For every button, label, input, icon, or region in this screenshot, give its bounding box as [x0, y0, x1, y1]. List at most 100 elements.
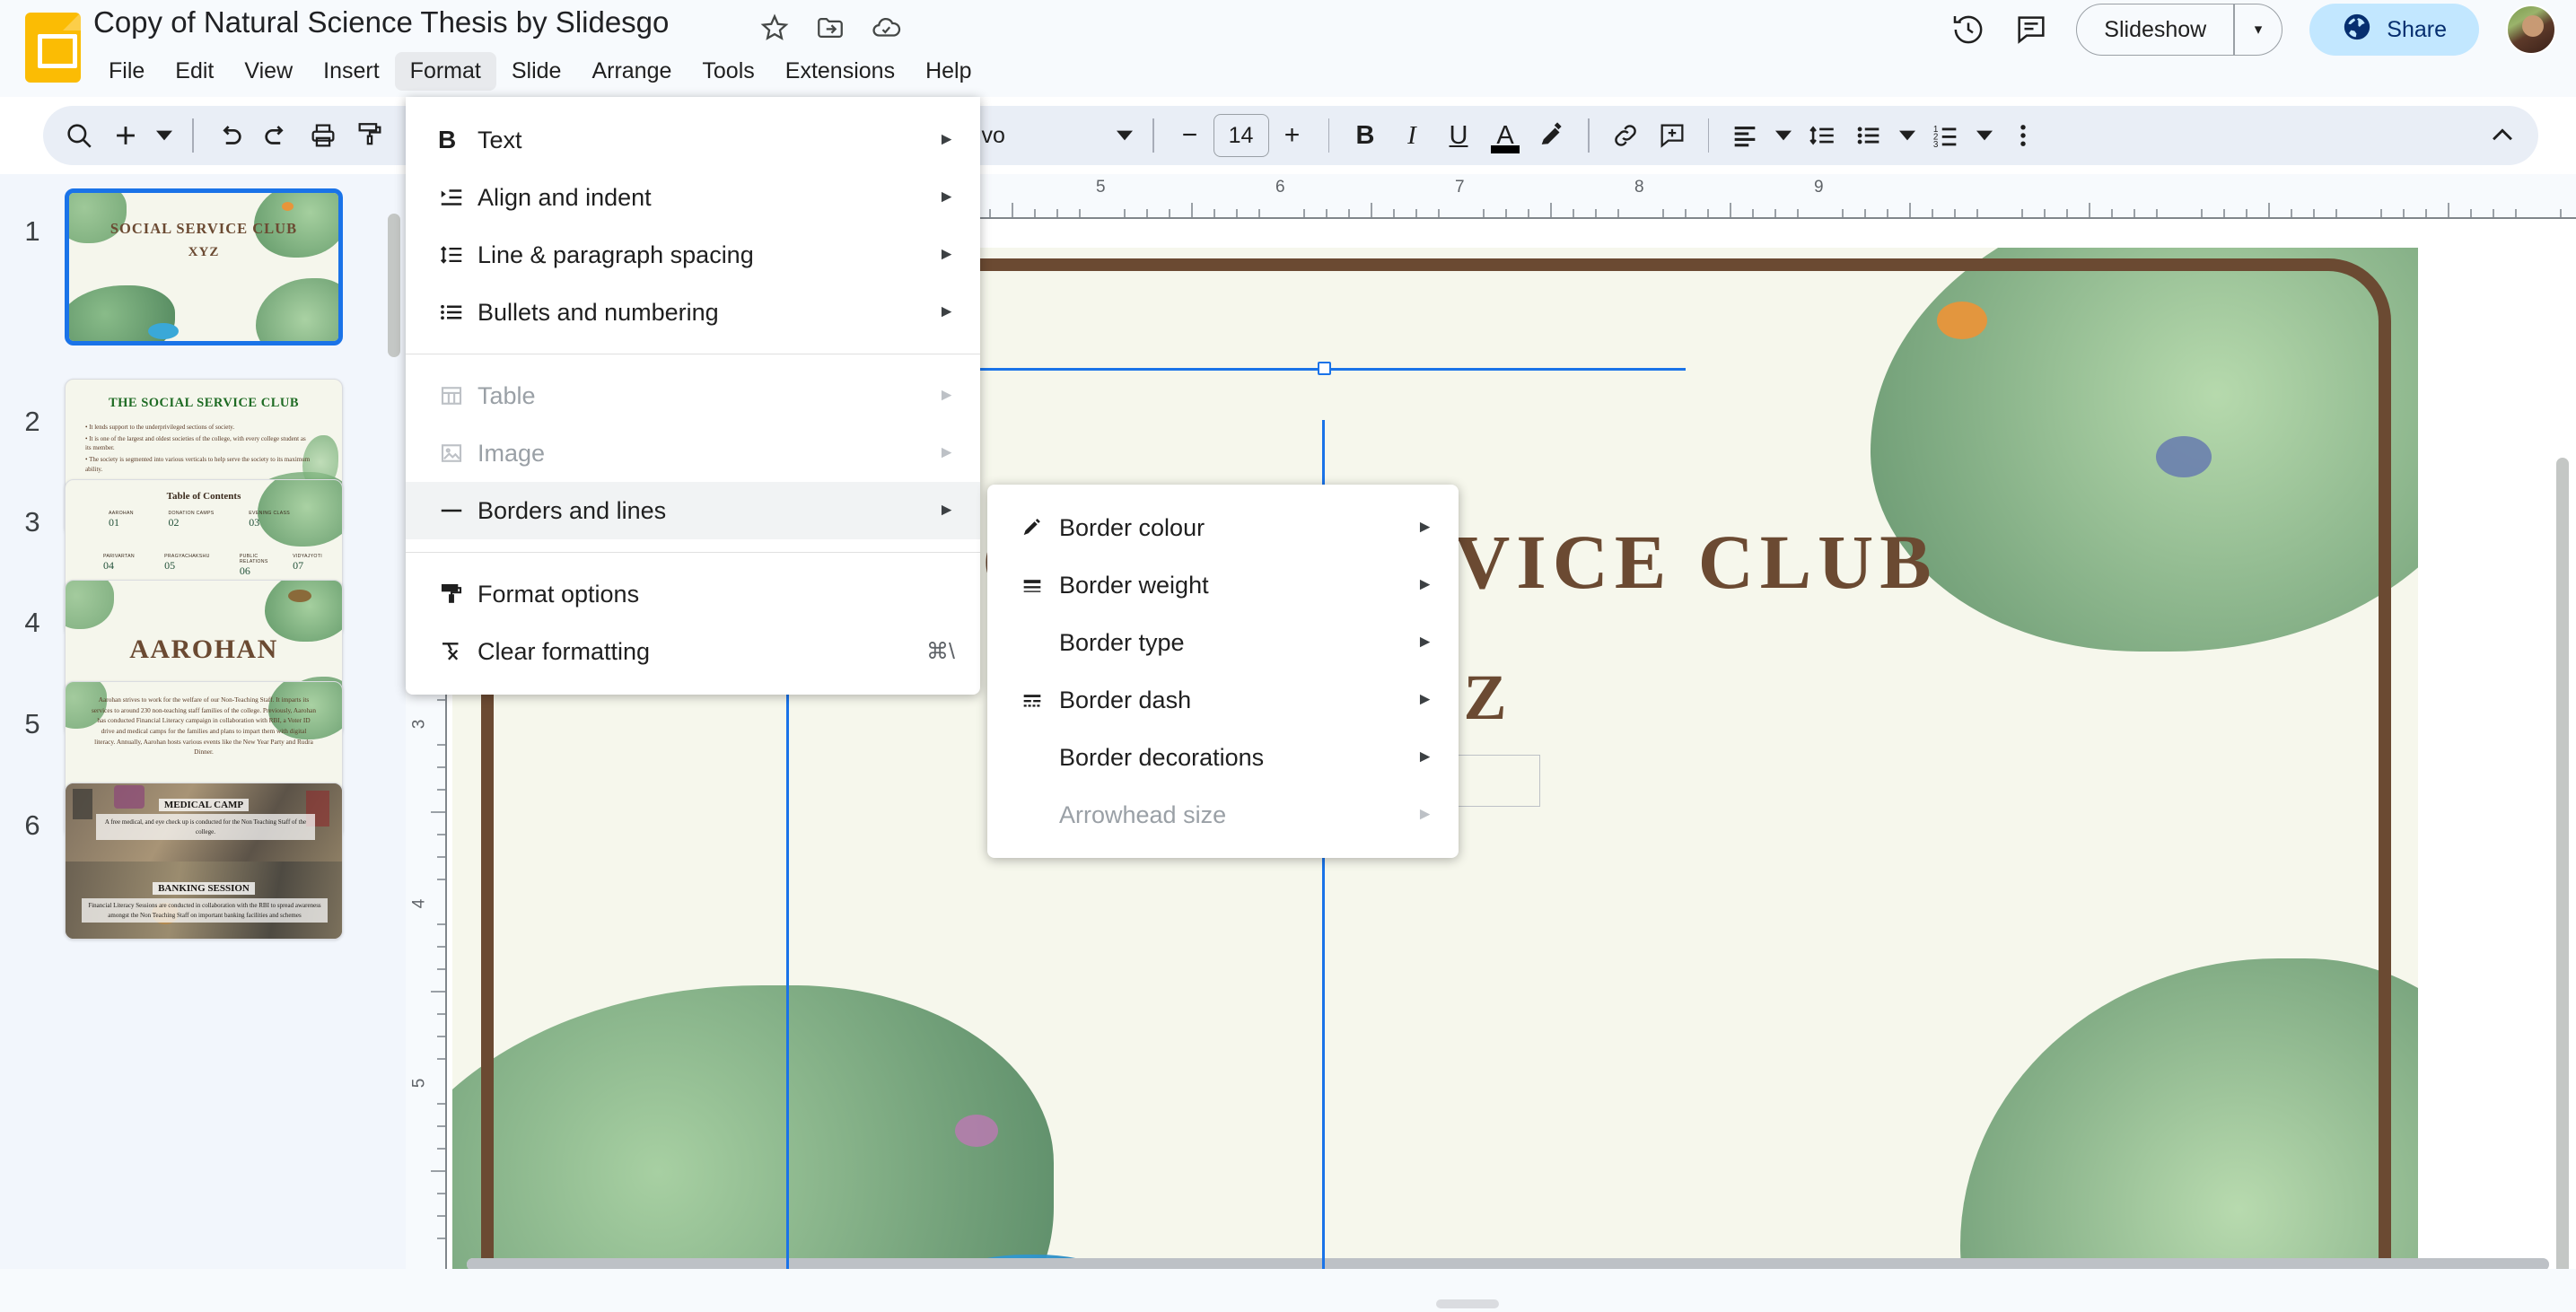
format-menu-dropdown[interactable]: B Text ► Align and indent ► Line & parag…: [406, 97, 980, 695]
new-slide-dropdown-icon[interactable]: [149, 112, 180, 159]
undo-button[interactable]: [206, 112, 253, 159]
menu-edit[interactable]: Edit: [160, 52, 229, 91]
menu-view[interactable]: View: [229, 52, 308, 91]
comment-icon[interactable]: [2013, 12, 2049, 48]
italic-button[interactable]: I: [1389, 112, 1435, 159]
share-button[interactable]: Share: [2309, 4, 2479, 56]
ruler-tick: [1662, 209, 1664, 217]
redo-button[interactable]: [253, 112, 300, 159]
submenu-item-border-weight[interactable]: Border weight ►: [987, 556, 1459, 614]
slide-number: 1: [24, 215, 40, 247]
ruler-tick: [437, 1148, 445, 1150]
star-icon[interactable]: [759, 13, 790, 43]
add-comment-icon[interactable]: [1649, 112, 1695, 159]
svg-text:3: 3: [1933, 140, 1939, 150]
toc-entry: DONATION CAMPS 02: [168, 511, 215, 529]
cloud-saved-icon[interactable]: [871, 13, 901, 43]
menu-extensions[interactable]: Extensions: [770, 52, 910, 91]
decrease-font-size-button[interactable]: −: [1167, 112, 1214, 159]
highlight-colour-button[interactable]: [1529, 112, 1575, 159]
line-spacing-icon[interactable]: [1799, 112, 1845, 159]
line-spacing-icon: [438, 241, 478, 268]
explore-button[interactable]: [1436, 1299, 1499, 1308]
bold-button[interactable]: B: [1342, 112, 1389, 159]
ruler-tick: [1012, 203, 1013, 217]
ruler-tick: [2313, 209, 2315, 217]
ruler-tick: [437, 789, 445, 791]
menu-item-label: Bullets and numbering: [478, 298, 719, 326]
toolbar-divider-7: [1588, 118, 1590, 153]
ruler-tick: [2291, 209, 2292, 217]
thumb-title: SOCIAL SERVICE CLUB: [110, 220, 298, 237]
new-slide-button[interactable]: [102, 112, 149, 159]
menu-file[interactable]: File: [93, 52, 160, 91]
align-left-icon[interactable]: [1722, 112, 1768, 159]
move-to-folder-icon[interactable]: [815, 13, 846, 43]
ruler-label: 4: [409, 898, 429, 909]
menu-slide[interactable]: Slide: [496, 52, 577, 91]
menu-item-clear-formatting[interactable]: Clear formatting ⌘\: [406, 623, 980, 680]
chevron-down-icon[interactable]: ▾: [2235, 21, 2282, 39]
menu-insert[interactable]: Insert: [308, 52, 395, 91]
increase-font-size-button[interactable]: +: [1269, 112, 1316, 159]
ruler-tick: [1236, 209, 1238, 217]
list-item[interactable]: 1 SOCIAL SERVICE CLUB XYZ: [0, 188, 406, 345]
menu-help[interactable]: Help: [910, 52, 986, 91]
document-title[interactable]: Copy of Natural Science Thesis by Slides…: [93, 5, 669, 39]
numbered-list-caret-icon[interactable]: [1969, 112, 2000, 159]
ruler-tick: [1752, 209, 1754, 217]
more-vertical-icon[interactable]: [2000, 112, 2046, 159]
list-item[interactable]: 6 MEDICAL CAMP A free medical, and eye c…: [0, 783, 406, 940]
bulleted-list-caret-icon[interactable]: [1892, 112, 1923, 159]
menu-format[interactable]: Format: [394, 52, 496, 91]
menu-arrange[interactable]: Arrange: [576, 52, 687, 91]
menu-item-align-and-indent[interactable]: Align and indent ►: [406, 169, 980, 226]
text-colour-button[interactable]: A: [1482, 112, 1529, 159]
submenu-item-border-colour[interactable]: Border colour ►: [987, 499, 1459, 556]
submenu-item-arrowhead-size: Arrowhead size ►: [987, 786, 1459, 844]
menu-item-line-paragraph-spacing[interactable]: Line & paragraph spacing ►: [406, 226, 980, 284]
borders-and-lines-submenu[interactable]: Border colour ► Border weight ► Border t…: [987, 485, 1459, 858]
ruler-tick: [437, 1193, 445, 1194]
submenu-item-border-dash[interactable]: Border dash ►: [987, 671, 1459, 729]
bulleted-list-icon[interactable]: [1845, 112, 1892, 159]
align-caret-icon[interactable]: [1768, 112, 1799, 159]
chevron-up-icon[interactable]: [2479, 112, 2526, 159]
menu-bar: File Edit View Insert Format Slide Arran…: [93, 52, 987, 91]
share-label: Share: [2387, 16, 2447, 42]
menu-item-format-options[interactable]: Format options: [406, 565, 980, 623]
menu-item-bullets-and-numbering[interactable]: Bullets and numbering ►: [406, 284, 980, 341]
selection-handle-top-right[interactable]: [1318, 362, 1331, 375]
paint-format-button[interactable]: [346, 112, 393, 159]
border-weight-icon: [1020, 573, 1059, 598]
chevron-right-icon: ►: [938, 245, 955, 264]
user-avatar[interactable]: [2506, 4, 2556, 55]
thumb-bullet: • The society is segmented into various …: [85, 456, 311, 473]
slide-thumbnail-1[interactable]: SOCIAL SERVICE CLUB XYZ: [65, 188, 343, 345]
filmstrip-scrollbar[interactable]: [388, 214, 400, 357]
link-icon[interactable]: [1602, 112, 1649, 159]
menu-item-text[interactable]: B Text ►: [406, 111, 980, 169]
underline-button[interactable]: U: [1435, 112, 1482, 159]
menu-item-borders-and-lines[interactable]: Borders and lines ►: [406, 482, 980, 539]
slide-thumbnail-6[interactable]: MEDICAL CAMP A free medical, and eye che…: [65, 783, 343, 940]
slide-filmstrip[interactable]: 1 SOCIAL SERVICE CLUB XYZ 2 THE SOCIAL S…: [0, 174, 406, 1312]
submenu-item-border-type[interactable]: Border type ►: [987, 614, 1459, 671]
canvas-vertical-scrollbar[interactable]: [2556, 458, 2569, 1269]
print-button[interactable]: [300, 112, 346, 159]
menu-separator: [406, 552, 980, 553]
font-size-input[interactable]: 14: [1213, 114, 1269, 157]
pen-icon: [1020, 515, 1059, 540]
ruler-label: 8: [1634, 178, 1644, 197]
text-colour-swatch: [1491, 145, 1520, 153]
ruler-tick: [2223, 209, 2225, 217]
search-icon[interactable]: [56, 112, 102, 159]
slideshow-button[interactable]: Slideshow ▾: [2076, 4, 2283, 56]
font-family-caret-icon[interactable]: [1109, 112, 1140, 159]
ruler-tick: [1326, 209, 1327, 217]
menu-tools[interactable]: Tools: [687, 52, 769, 91]
version-history-icon[interactable]: [1950, 12, 1986, 48]
numbered-list-icon[interactable]: 1 2 3: [1923, 112, 1969, 159]
submenu-item-border-decorations[interactable]: Border decorations ►: [987, 729, 1459, 786]
ruler-tick: [2044, 209, 2046, 217]
